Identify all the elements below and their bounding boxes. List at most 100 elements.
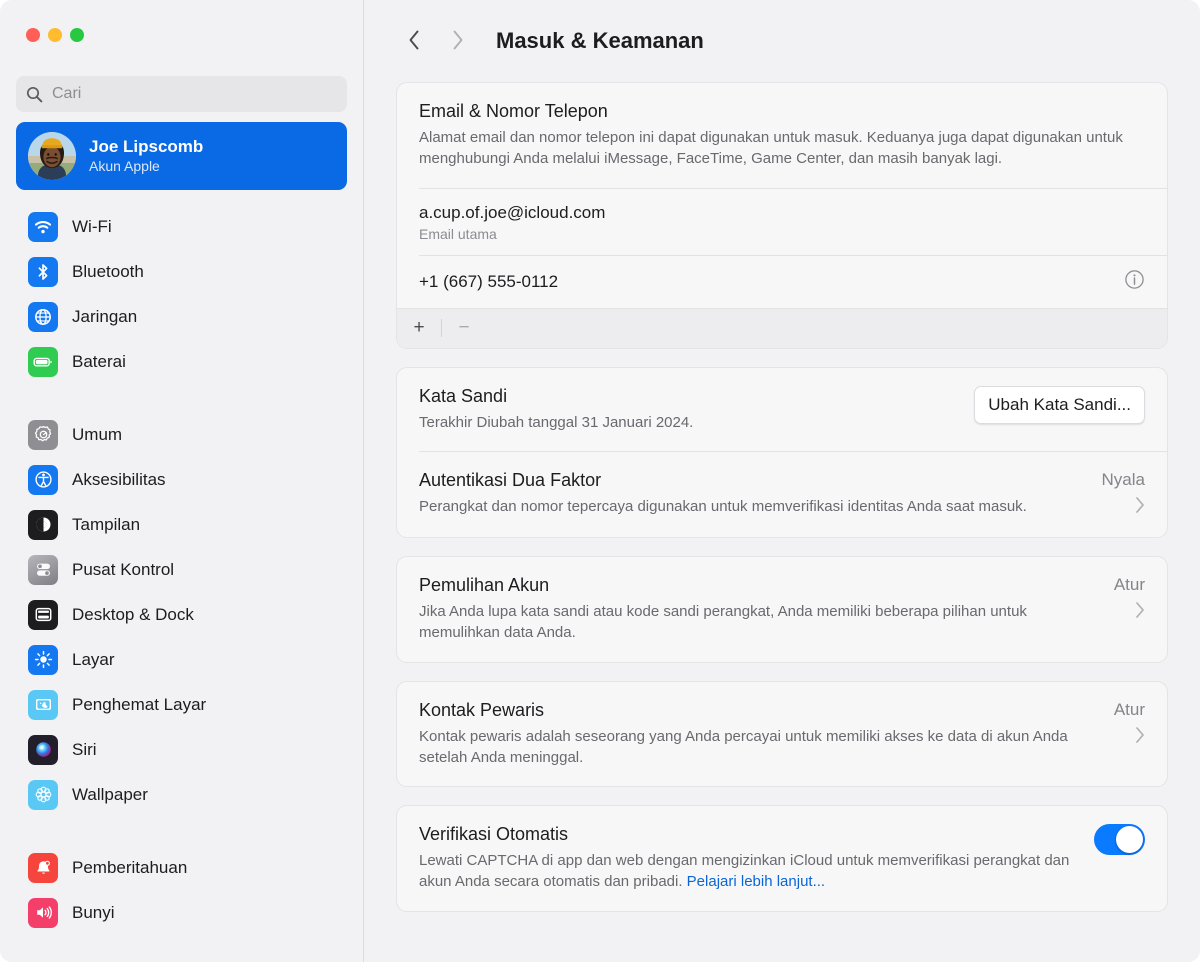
wifi-icon [28, 211, 58, 242]
info-circle-icon[interactable] [1124, 269, 1145, 295]
siri-icon [28, 734, 58, 765]
search-input[interactable] [52, 85, 337, 103]
desktop-dock-icon [28, 599, 58, 630]
control-center-icon [28, 554, 58, 585]
email-sublabel: Email utama [419, 225, 497, 242]
account-text: Joe Lipscomb Akun Apple [89, 137, 203, 175]
remove-button[interactable]: − [442, 308, 486, 348]
add-button[interactable]: + [397, 308, 441, 348]
card-password-security: Kata Sandi Terakhir Diubah tanggal 31 Ja… [396, 366, 1168, 538]
card-account-recovery[interactable]: Pemulihan Akun Jika Anda lupa kata sandi… [396, 555, 1168, 663]
sidebar-item-sound[interactable]: Bunyi [16, 890, 347, 935]
change-password-button[interactable]: Ubah Kata Sandi... [974, 385, 1145, 424]
account-subtitle: Akun Apple [89, 157, 160, 174]
display-icon [28, 644, 58, 675]
sidebar-item-label: Wi-Fi [72, 216, 112, 236]
section-description: Lewati CAPTCHA di app dan web dengan men… [419, 850, 1078, 893]
sidebar-item-siri[interactable]: Siri [16, 727, 347, 772]
sidebar-item-label: Bunyi [72, 902, 115, 922]
sidebar-item-label: Layar [72, 649, 115, 669]
sidebar-item-displays[interactable]: Layar [16, 637, 347, 682]
sidebar-item-appearance[interactable]: Tampilan [16, 502, 347, 547]
sidebar-item-bluetooth[interactable]: Bluetooth [16, 249, 347, 294]
account-recovery-section: Pemulihan Akun Jika Anda lupa kata sandi… [397, 557, 1167, 662]
email-row-text: a.cup.of.joe@icloud.com Email utama [419, 202, 605, 242]
sidebar-item-network[interactable]: Jaringan [16, 294, 347, 339]
section-description: Perangkat dan nomor tepercaya digunakan … [419, 497, 1027, 515]
sidebar-item-label: Pemberitahuan [72, 857, 188, 877]
page-title: Masuk & Keamanan [496, 28, 704, 53]
sidebar-item-control-center[interactable]: Pusat Kontrol [16, 547, 347, 592]
globe-icon [28, 301, 58, 332]
sidebar-group-divider [0, 384, 363, 412]
detail-pane: Masuk & Keamanan Email & Nomor Telepon A… [364, 0, 1200, 962]
sidebar: Joe Lipscomb Akun Apple Wi-Fi [0, 0, 364, 962]
sidebar-item-label: Baterai [72, 351, 126, 371]
forward-button[interactable] [436, 19, 480, 63]
system-settings-window: Joe Lipscomb Akun Apple Wi-Fi [0, 0, 1200, 962]
chevron-right-icon [450, 28, 466, 55]
sidebar-item-account[interactable]: Joe Lipscomb Akun Apple [16, 122, 347, 190]
sidebar-item-label: Jaringan [72, 306, 138, 326]
card-footer-toolbar: + − [397, 307, 1167, 348]
sidebar-item-accessibility[interactable]: Aksesibilitas [16, 457, 347, 502]
list-item[interactable]: a.cup.of.joe@icloud.com Email utama [397, 189, 1167, 255]
sidebar-item-notifications[interactable]: Pemberitahuan [16, 845, 347, 890]
status-badge: Atur [1113, 574, 1145, 594]
sidebar-item-desktop-dock[interactable]: Desktop & Dock [16, 592, 347, 637]
sidebar-group-system: Umum Aksesibilitas Tampilan Pusat Kontro… [0, 412, 363, 817]
sound-icon [28, 897, 58, 928]
search-box[interactable] [16, 76, 347, 112]
avatar [28, 132, 76, 180]
learn-more-link[interactable]: Pelajari lebih lanjut... [687, 873, 825, 890]
sidebar-item-label: Desktop & Dock [72, 604, 194, 624]
sidebar-item-general[interactable]: Umum [16, 412, 347, 457]
sidebar-item-label: Aksesibilitas [72, 469, 166, 489]
sidebar-item-label: Umum [72, 424, 123, 444]
sidebar-item-screen-saver[interactable]: Penghemat Layar [16, 682, 347, 727]
automatic-verification-toggle[interactable] [1094, 824, 1145, 856]
minimize-button[interactable] [48, 28, 62, 42]
two-factor-section[interactable]: Autentikasi Dua Faktor Perangkat dan nom… [397, 452, 1167, 537]
battery-icon [28, 346, 58, 377]
bluetooth-icon [28, 256, 58, 287]
section-title: Verifikasi Otomatis [419, 824, 569, 845]
email-phone-intro: Email & Nomor Telepon Alamat email dan n… [397, 83, 1167, 188]
sidebar-group-alerts: Pemberitahuan Bunyi [0, 845, 363, 935]
gear-icon [28, 419, 58, 450]
chevron-right-icon [1134, 496, 1145, 519]
window-controls [0, 0, 363, 62]
sidebar-item-wallpaper[interactable]: Wallpaper [16, 772, 347, 817]
close-button[interactable] [26, 28, 40, 42]
sidebar-item-wifi[interactable]: Wi-Fi [16, 204, 347, 249]
appearance-icon [28, 509, 58, 540]
sidebar-item-label: Penghemat Layar [72, 694, 207, 714]
zoom-button[interactable] [70, 28, 84, 42]
legacy-contact-section: Kontak Pewaris Kontak pewaris adalah ses… [397, 682, 1167, 787]
sidebar-nav: Wi-Fi Bluetooth Jaringan Baterai Umum Ak… [0, 204, 363, 962]
wallpaper-icon [28, 779, 58, 810]
card-legacy-contact[interactable]: Kontak Pewaris Kontak pewaris adalah ses… [396, 680, 1168, 788]
list-item[interactable]: +1 (667) 555-0112 [397, 256, 1167, 308]
sidebar-group-divider [0, 817, 363, 845]
section-title: Pemulihan Akun [419, 574, 550, 595]
accessibility-icon [28, 464, 58, 495]
screensaver-icon [28, 689, 58, 720]
chevron-right-icon [1134, 601, 1145, 624]
section-description: Jika Anda lupa kata sandi atau kode sand… [419, 602, 1027, 642]
toggle-knob [1116, 826, 1143, 854]
status-badge: Nyala [1101, 469, 1145, 489]
back-button[interactable] [392, 19, 436, 63]
sidebar-item-battery[interactable]: Baterai [16, 339, 347, 384]
detail-header: Masuk & Keamanan [364, 0, 1200, 82]
section-title: Kata Sandi [419, 385, 508, 406]
notifications-icon [28, 852, 58, 883]
phone-value: +1 (667) 555-0112 [419, 271, 559, 291]
sidebar-item-label: Pusat Kontrol [72, 559, 175, 579]
sidebar-group-network: Wi-Fi Bluetooth Jaringan Baterai [0, 204, 363, 384]
automatic-verification-section: Verifikasi Otomatis Lewati CAPTCHA di ap… [397, 806, 1167, 911]
section-title: Email & Nomor Telepon [419, 101, 608, 121]
email-value: a.cup.of.joe@icloud.com [419, 202, 606, 222]
section-description: Terakhir Diubah tanggal 31 Januari 2024. [419, 413, 694, 431]
sidebar-item-label: Bluetooth [72, 261, 144, 281]
